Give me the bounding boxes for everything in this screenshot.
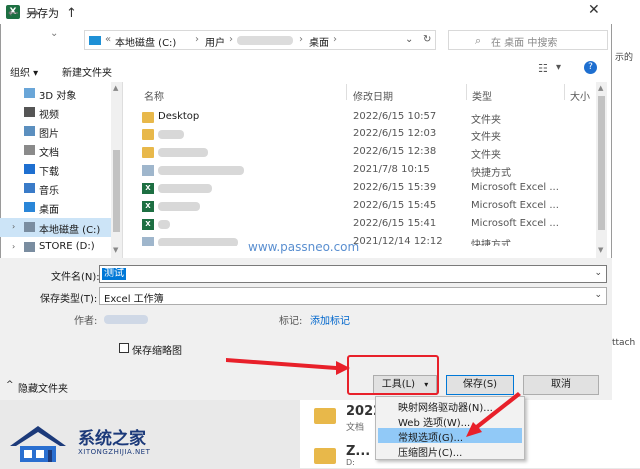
annotation-arrows xyxy=(226,358,521,437)
annotation-arrow-tools xyxy=(226,358,350,375)
logo-name: 系统之家 xyxy=(78,429,146,449)
site-logo: 系统之家 XITONGZHIJIA.NET xyxy=(4,420,174,466)
annotation-arrow-general-options xyxy=(466,392,521,437)
logo-url: XITONGZHIJIA.NET xyxy=(78,448,151,456)
house-logo-icon xyxy=(10,426,66,462)
